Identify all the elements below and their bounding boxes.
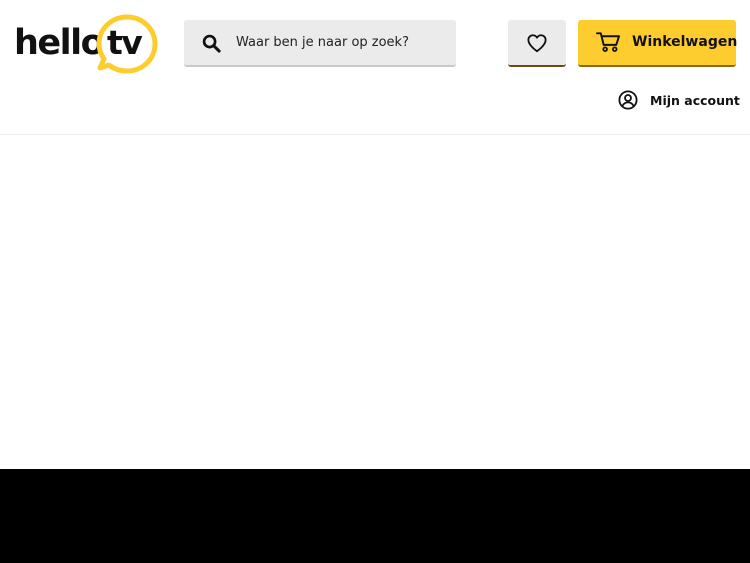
site-logo[interactable]: hello tv xyxy=(14,14,159,74)
user-icon xyxy=(618,90,638,110)
search-icon[interactable] xyxy=(202,34,221,53)
cart-label: Winkelwagen xyxy=(632,34,738,50)
site-footer xyxy=(0,469,750,563)
wishlist-button[interactable] xyxy=(508,20,566,67)
cart-icon xyxy=(596,32,621,52)
site-header: hello tv Winkelwagen Mijn account xyxy=(0,0,750,135)
search-input[interactable] xyxy=(236,20,448,65)
account-label: Mijn account xyxy=(650,92,740,108)
cart-button[interactable]: Winkelwagen xyxy=(578,20,738,67)
logo-tv: tv xyxy=(107,23,143,62)
main-content xyxy=(0,135,750,469)
search-bar xyxy=(184,20,456,67)
heart-icon xyxy=(527,33,547,52)
logo-word: hello xyxy=(14,23,105,63)
account-link[interactable]: Mijn account xyxy=(618,89,740,111)
